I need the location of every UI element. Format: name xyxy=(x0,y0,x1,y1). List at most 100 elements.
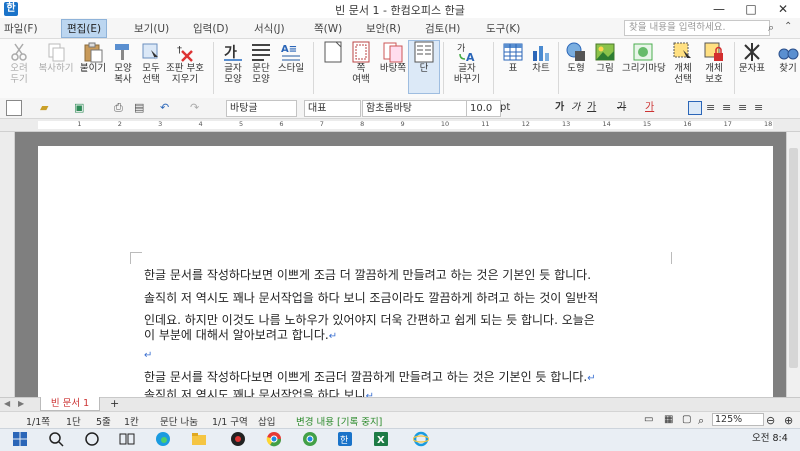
text-line[interactable]: 이 부분에 대해서 알아보려고 합니다.↵ xyxy=(144,326,337,343)
ruler-number: 15 xyxy=(642,120,652,128)
cortana-icon[interactable] xyxy=(84,431,100,447)
tab-document[interactable]: 빈 문서 1 xyxy=(40,397,100,411)
strike-button[interactable]: 가 xyxy=(617,100,626,115)
menu-edit[interactable]: 편집(E) xyxy=(61,19,108,38)
view-layout-icon[interactable]: ▦ xyxy=(664,414,673,425)
vertical-ruler[interactable] xyxy=(0,132,15,397)
menu-security[interactable]: 보안(R) xyxy=(366,21,401,36)
text-line[interactable]: 솔직히 저 역시도 꽤나 문서작업을 하다 보니↵ xyxy=(144,386,374,397)
internet-explorer-icon[interactable] xyxy=(413,431,429,447)
symbol-button[interactable]: 문자표 xyxy=(737,41,767,74)
char-shape-icon: 가 xyxy=(224,45,242,61)
save-icon[interactable]: ▣ xyxy=(74,100,84,115)
chart-button[interactable]: 차트 xyxy=(526,41,556,74)
menu-view[interactable]: 보기(U) xyxy=(134,21,169,36)
maximize-button[interactable]: □ xyxy=(738,0,764,18)
menu-bar: 파일(F) 편집(E) 보기(U) 입력(D) 서식(J) 쪽(W) 보안(R)… xyxy=(0,18,800,39)
search-icon[interactable] xyxy=(48,431,64,447)
bold-button[interactable]: 가 xyxy=(555,100,564,115)
style-button[interactable]: A≡ 스타일 xyxy=(276,41,306,74)
open-icon[interactable]: ▰ xyxy=(40,100,48,115)
menu-insert[interactable]: 입력(D) xyxy=(193,21,229,36)
ribbon-divider xyxy=(313,42,314,94)
replace-char-button[interactable]: 가A 글자 바꾸기 xyxy=(452,41,482,85)
italic-button[interactable]: 가 xyxy=(571,100,580,115)
empty-line[interactable]: ↵ xyxy=(144,347,152,361)
menu-review[interactable]: 검토(H) xyxy=(425,21,460,36)
zoom-in-button[interactable]: ⊕ xyxy=(784,414,793,427)
windows-start-icon[interactable] xyxy=(12,431,28,447)
search-icon[interactable]: ⌕ xyxy=(768,21,774,35)
zoom-select[interactable]: 125% xyxy=(712,413,764,426)
align-left-icon[interactable]: ≡ xyxy=(706,100,715,115)
clipart-button[interactable]: 그리기마당 xyxy=(622,41,666,74)
edge-icon[interactable] xyxy=(155,431,171,447)
ribbon-collapse-icon[interactable]: ⌃ xyxy=(784,21,792,32)
unit-select[interactable]: pt xyxy=(500,100,510,115)
style-select[interactable]: 바탕글 xyxy=(226,100,297,117)
text-line-content: 솔직히 저 역시도 꽤나 문서작업을 하다 보니 xyxy=(144,388,366,397)
app-icon[interactable] xyxy=(230,431,246,447)
picture-button[interactable]: 그림 xyxy=(590,41,620,74)
menu-tools[interactable]: 도구(K) xyxy=(486,21,520,36)
minimize-button[interactable]: — xyxy=(706,0,732,18)
tab-nav-next-icon[interactable]: ▶ xyxy=(18,399,24,408)
ribbon: 오려 두기 복사하기 붙이기 모양 복사 모두 선택 † 조판 부호 지우기 가… xyxy=(0,39,800,99)
ruler-number: 10 xyxy=(440,120,450,128)
taskbar-clock[interactable]: 오전 8:4 xyxy=(752,430,788,444)
tab-nav-prev-icon[interactable]: ◀ xyxy=(4,399,10,408)
font-color-button[interactable]: 가 xyxy=(645,100,654,115)
scroll-thumb[interactable] xyxy=(789,148,798,368)
text-line[interactable]: 솔직히 저 역시도 꽤나 문서작업을 하다 보니 조금이라도 깔끔하게 하려고 … xyxy=(144,289,598,306)
undo-icon[interactable]: ↶ xyxy=(160,100,169,115)
cut-button[interactable]: 오려 두기 xyxy=(4,41,34,85)
ruler-number: 4 xyxy=(198,120,203,128)
vertical-scrollbar[interactable] xyxy=(786,132,800,397)
chrome-alt-icon[interactable] xyxy=(302,431,318,447)
object-protect-button[interactable]: 개체 보호 xyxy=(699,41,729,85)
language-select[interactable]: 대표 xyxy=(304,100,361,117)
svg-text:A: A xyxy=(466,51,475,63)
document-tabs-bar xyxy=(0,397,800,412)
menu-page[interactable]: 쪽(W) xyxy=(314,21,342,36)
remove-codes-button[interactable]: † 조판 부호 지우기 xyxy=(166,41,204,85)
format-painter-icon xyxy=(115,44,129,60)
preview-icon[interactable]: ▤ xyxy=(134,100,144,115)
align-right-icon[interactable]: ≡ xyxy=(722,100,731,115)
hancom-icon[interactable]: 한 xyxy=(337,431,353,447)
status-insert-mode[interactable]: 삽입 xyxy=(258,414,275,428)
menu-file[interactable]: 파일(F) xyxy=(4,21,38,36)
text-line[interactable]: 한글 문서를 작성하다보면 이쁘게 조금더 깔끔하게 만들려고 하는 것은 기본… xyxy=(144,368,596,385)
excel-icon[interactable]: X xyxy=(373,431,389,447)
add-tab-button[interactable]: + xyxy=(110,397,119,410)
align-center-icon[interactable]: ≡ xyxy=(738,100,747,115)
view-zoom-icon[interactable]: ▢ xyxy=(682,414,691,425)
zoom-out-button[interactable]: ⊖ xyxy=(766,414,775,427)
align-justify-icon[interactable] xyxy=(688,101,702,115)
status-page[interactable]: 1/1쪽 xyxy=(26,414,50,428)
font-size-field[interactable]: 10.0 xyxy=(466,100,501,117)
copy-button[interactable]: 복사하기 xyxy=(38,41,74,74)
menu-format[interactable]: 서식(J) xyxy=(254,21,285,36)
find-button[interactable]: 찾기 xyxy=(776,41,800,74)
status-track-changes[interactable]: 변경 내용 [기록 중지] xyxy=(296,414,382,428)
ruler-number: 16 xyxy=(683,120,692,128)
font-select[interactable]: 함초롬바탕 xyxy=(362,100,467,117)
zoom-search-icon[interactable]: ⌕ xyxy=(698,414,704,428)
close-button[interactable]: ✕ xyxy=(770,0,796,18)
text-line[interactable]: 한글 문서를 작성하다보면 이쁘게 조금 더 깔끔하게 만들려고 하는 것은 기… xyxy=(144,266,591,283)
chrome-icon[interactable] xyxy=(266,431,282,447)
underline-button[interactable]: 가 xyxy=(587,100,596,115)
new-doc-icon[interactable] xyxy=(6,100,22,116)
distribute-icon[interactable]: ≡ xyxy=(754,100,763,115)
print-icon[interactable]: ⎙ xyxy=(114,100,123,115)
paste-icon xyxy=(84,42,103,63)
task-view-icon[interactable] xyxy=(119,431,135,447)
view-normal-icon[interactable]: ▭ xyxy=(644,414,653,425)
select-all-button[interactable]: 모두 선택 xyxy=(136,41,166,85)
redo-icon[interactable]: ↷ xyxy=(190,100,199,115)
columns-button[interactable]: 단 xyxy=(408,40,440,94)
file-explorer-icon[interactable] xyxy=(191,431,207,447)
page-setup-button[interactable] xyxy=(318,41,348,63)
search-input[interactable]: 찾을 내용을 입력하세요. xyxy=(624,20,770,36)
